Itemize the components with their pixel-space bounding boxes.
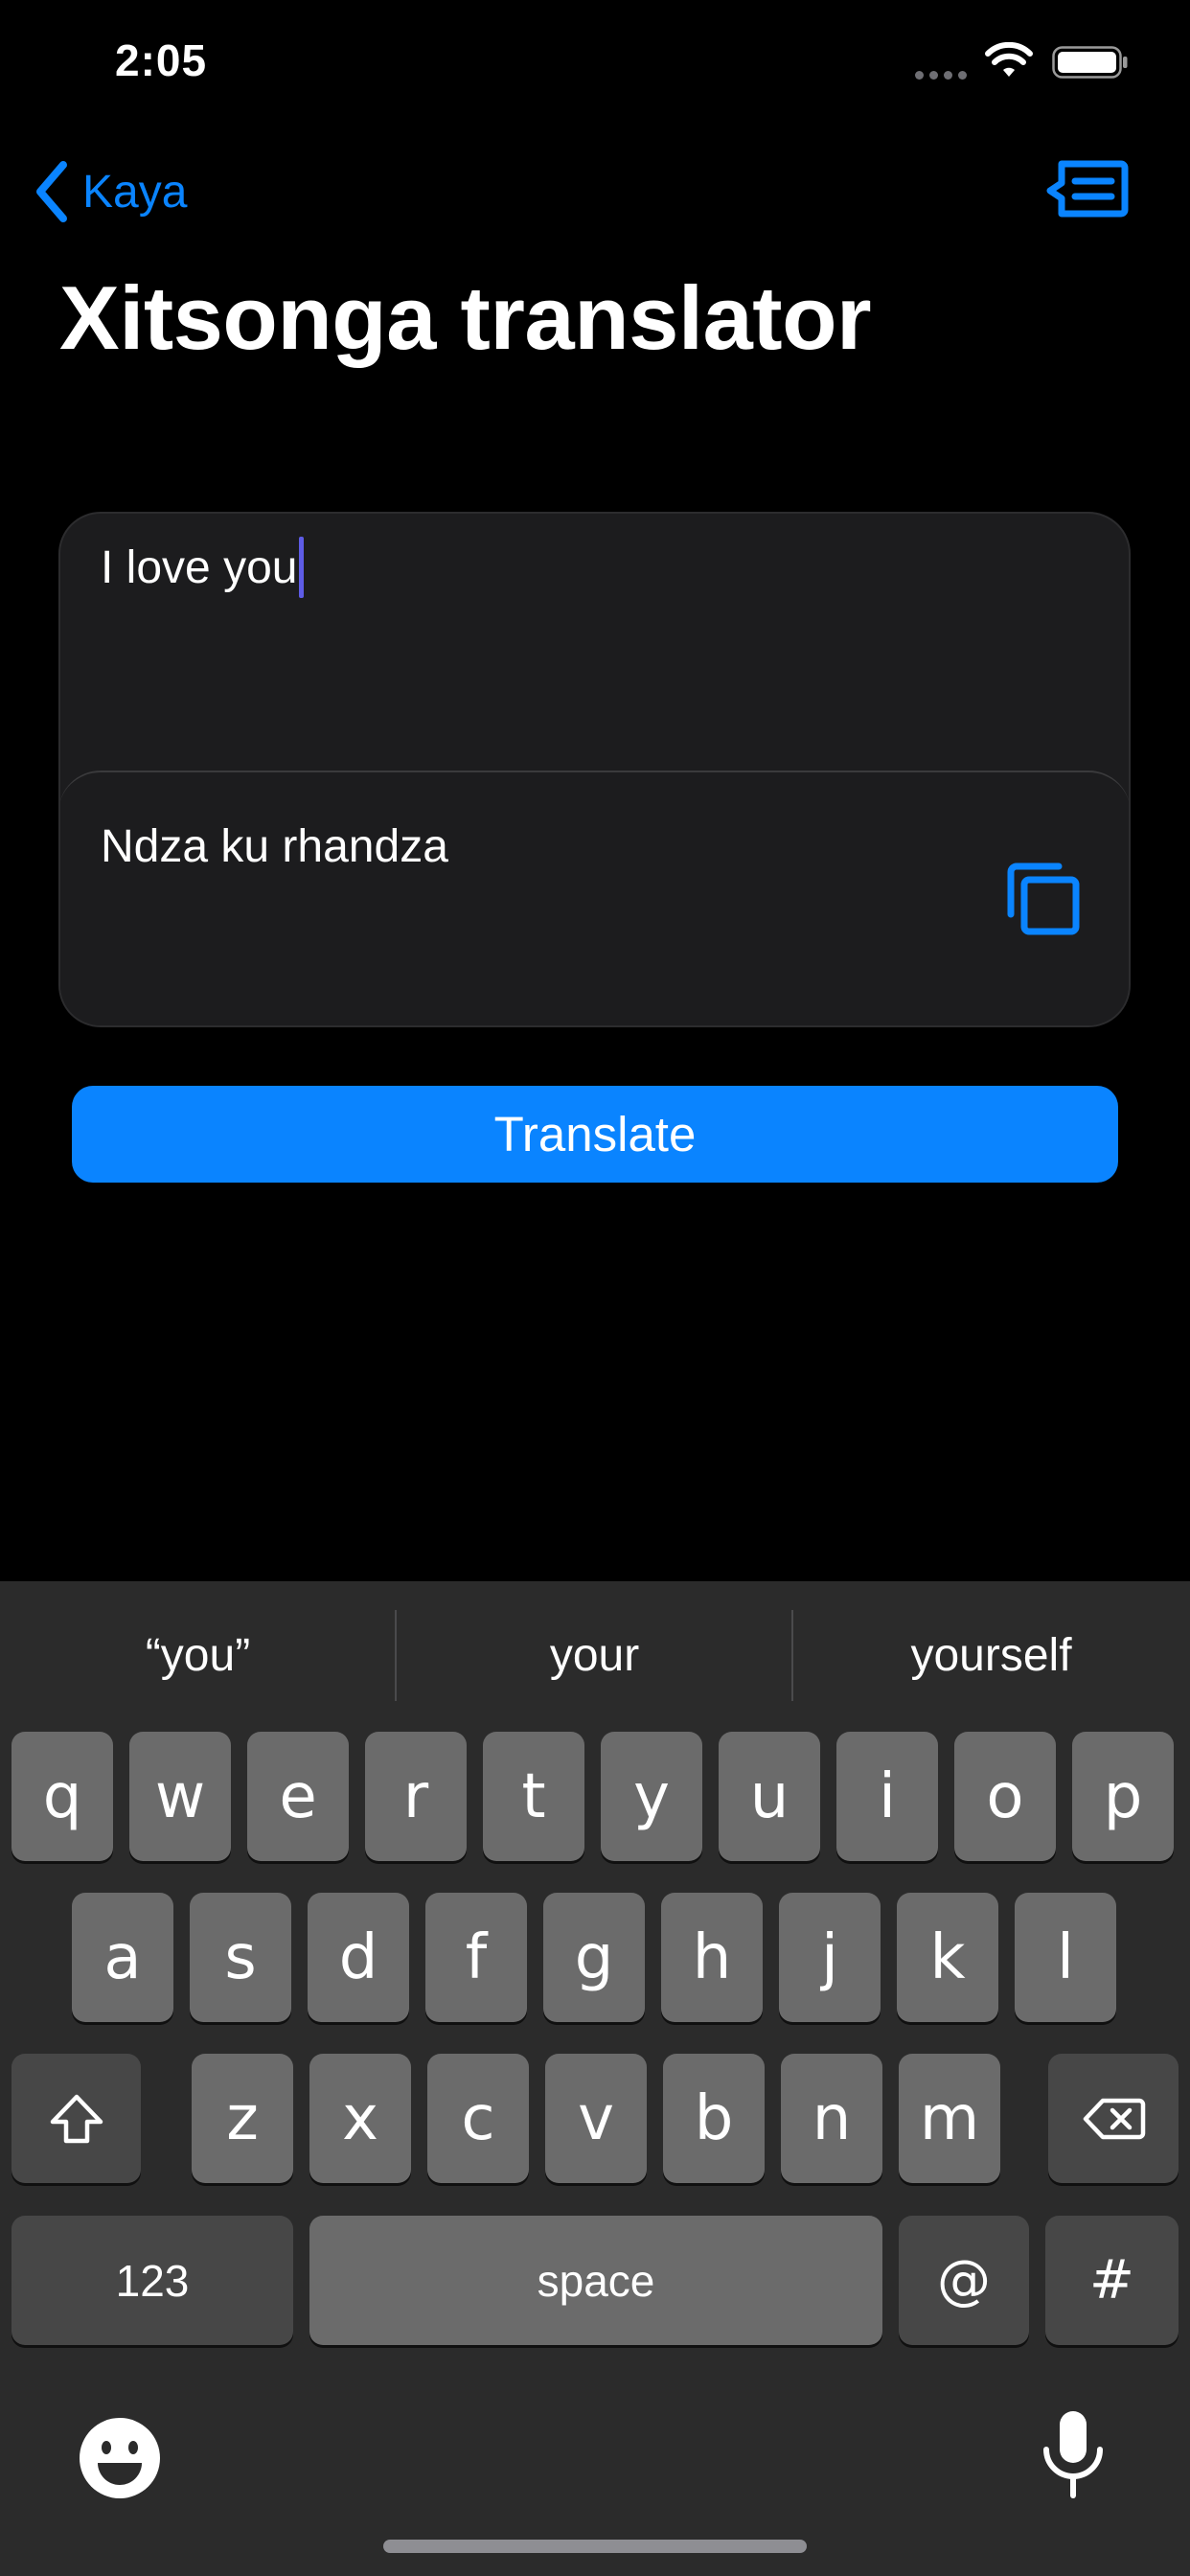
key-n[interactable]: n	[781, 2054, 882, 2183]
key-y[interactable]: y	[601, 1732, 702, 1861]
source-text-input[interactable]: I love you	[101, 535, 305, 600]
key-a[interactable]: a	[72, 1893, 173, 2022]
translate-button[interactable]: Translate	[72, 1086, 1118, 1183]
key-k[interactable]: k	[897, 1893, 998, 2022]
translation-output-panel: Ndza ku rhandza	[60, 770, 1129, 1025]
hash-key[interactable]: #	[1045, 2216, 1179, 2345]
delete-icon	[1083, 2098, 1146, 2139]
key-j[interactable]: j	[779, 1893, 881, 2022]
key-d[interactable]: d	[308, 1893, 409, 2022]
key-e[interactable]: e	[247, 1732, 349, 1861]
translator-card: I love you Ndza ku rhandza	[58, 512, 1131, 1027]
key-s[interactable]: s	[190, 1893, 291, 2022]
back-button-label: Kaya	[82, 166, 188, 218]
home-indicator	[383, 2540, 807, 2553]
key-q[interactable]: q	[11, 1732, 113, 1861]
key-p[interactable]: p	[1072, 1732, 1174, 1861]
translation-output-text: Ndza ku rhandza	[101, 821, 448, 872]
delete-key[interactable]	[1048, 2054, 1179, 2183]
key-f[interactable]: f	[425, 1893, 527, 2022]
wifi-icon	[985, 42, 1033, 77]
message-icon[interactable]	[1046, 158, 1129, 221]
key-i[interactable]: i	[836, 1732, 938, 1861]
key-o[interactable]: o	[954, 1732, 1056, 1861]
battery-icon	[1052, 46, 1128, 79]
key-r[interactable]: r	[365, 1732, 467, 1861]
key-t[interactable]: t	[483, 1732, 584, 1861]
key-h[interactable]: h	[661, 1893, 763, 2022]
key-l[interactable]: l	[1015, 1893, 1116, 2022]
suggestion-item[interactable]: “you”	[0, 1605, 396, 1706]
page-title: Xitsonga translator	[59, 267, 872, 368]
status-time: 2:05	[115, 35, 208, 85]
suggestion-item[interactable]: yourself	[793, 1605, 1189, 1706]
key-c[interactable]: c	[427, 2054, 529, 2183]
shift-key[interactable]	[11, 2054, 141, 2183]
emoji-icon[interactable]	[77, 2415, 163, 2501]
chevron-left-icon	[36, 161, 67, 222]
numbers-key[interactable]: 123	[11, 2216, 293, 2345]
key-u[interactable]: u	[719, 1732, 820, 1861]
back-button[interactable]: Kaya	[31, 153, 187, 230]
shift-icon	[50, 2094, 103, 2143]
keyboard: “you” your yourself q w e r t y u i o p …	[0, 1581, 1190, 2576]
key-g[interactable]: g	[543, 1893, 645, 2022]
suggestion-bar: “you” your yourself	[0, 1581, 1190, 1730]
suggestion-item[interactable]: your	[397, 1605, 792, 1706]
key-z[interactable]: z	[192, 2054, 293, 2183]
text-cursor	[299, 537, 305, 598]
key-b[interactable]: b	[663, 2054, 765, 2183]
microphone-icon[interactable]	[1035, 2407, 1111, 2503]
key-x[interactable]: x	[309, 2054, 411, 2183]
key-w[interactable]: w	[129, 1732, 231, 1861]
key-m[interactable]: m	[899, 2054, 1000, 2183]
cellular-signal-icon	[915, 71, 967, 80]
source-text-value: I love you	[101, 541, 298, 593]
space-key[interactable]: space	[309, 2216, 882, 2345]
at-key[interactable]: @	[899, 2216, 1029, 2345]
key-v[interactable]: v	[545, 2054, 647, 2183]
copy-icon[interactable]	[1003, 859, 1082, 937]
